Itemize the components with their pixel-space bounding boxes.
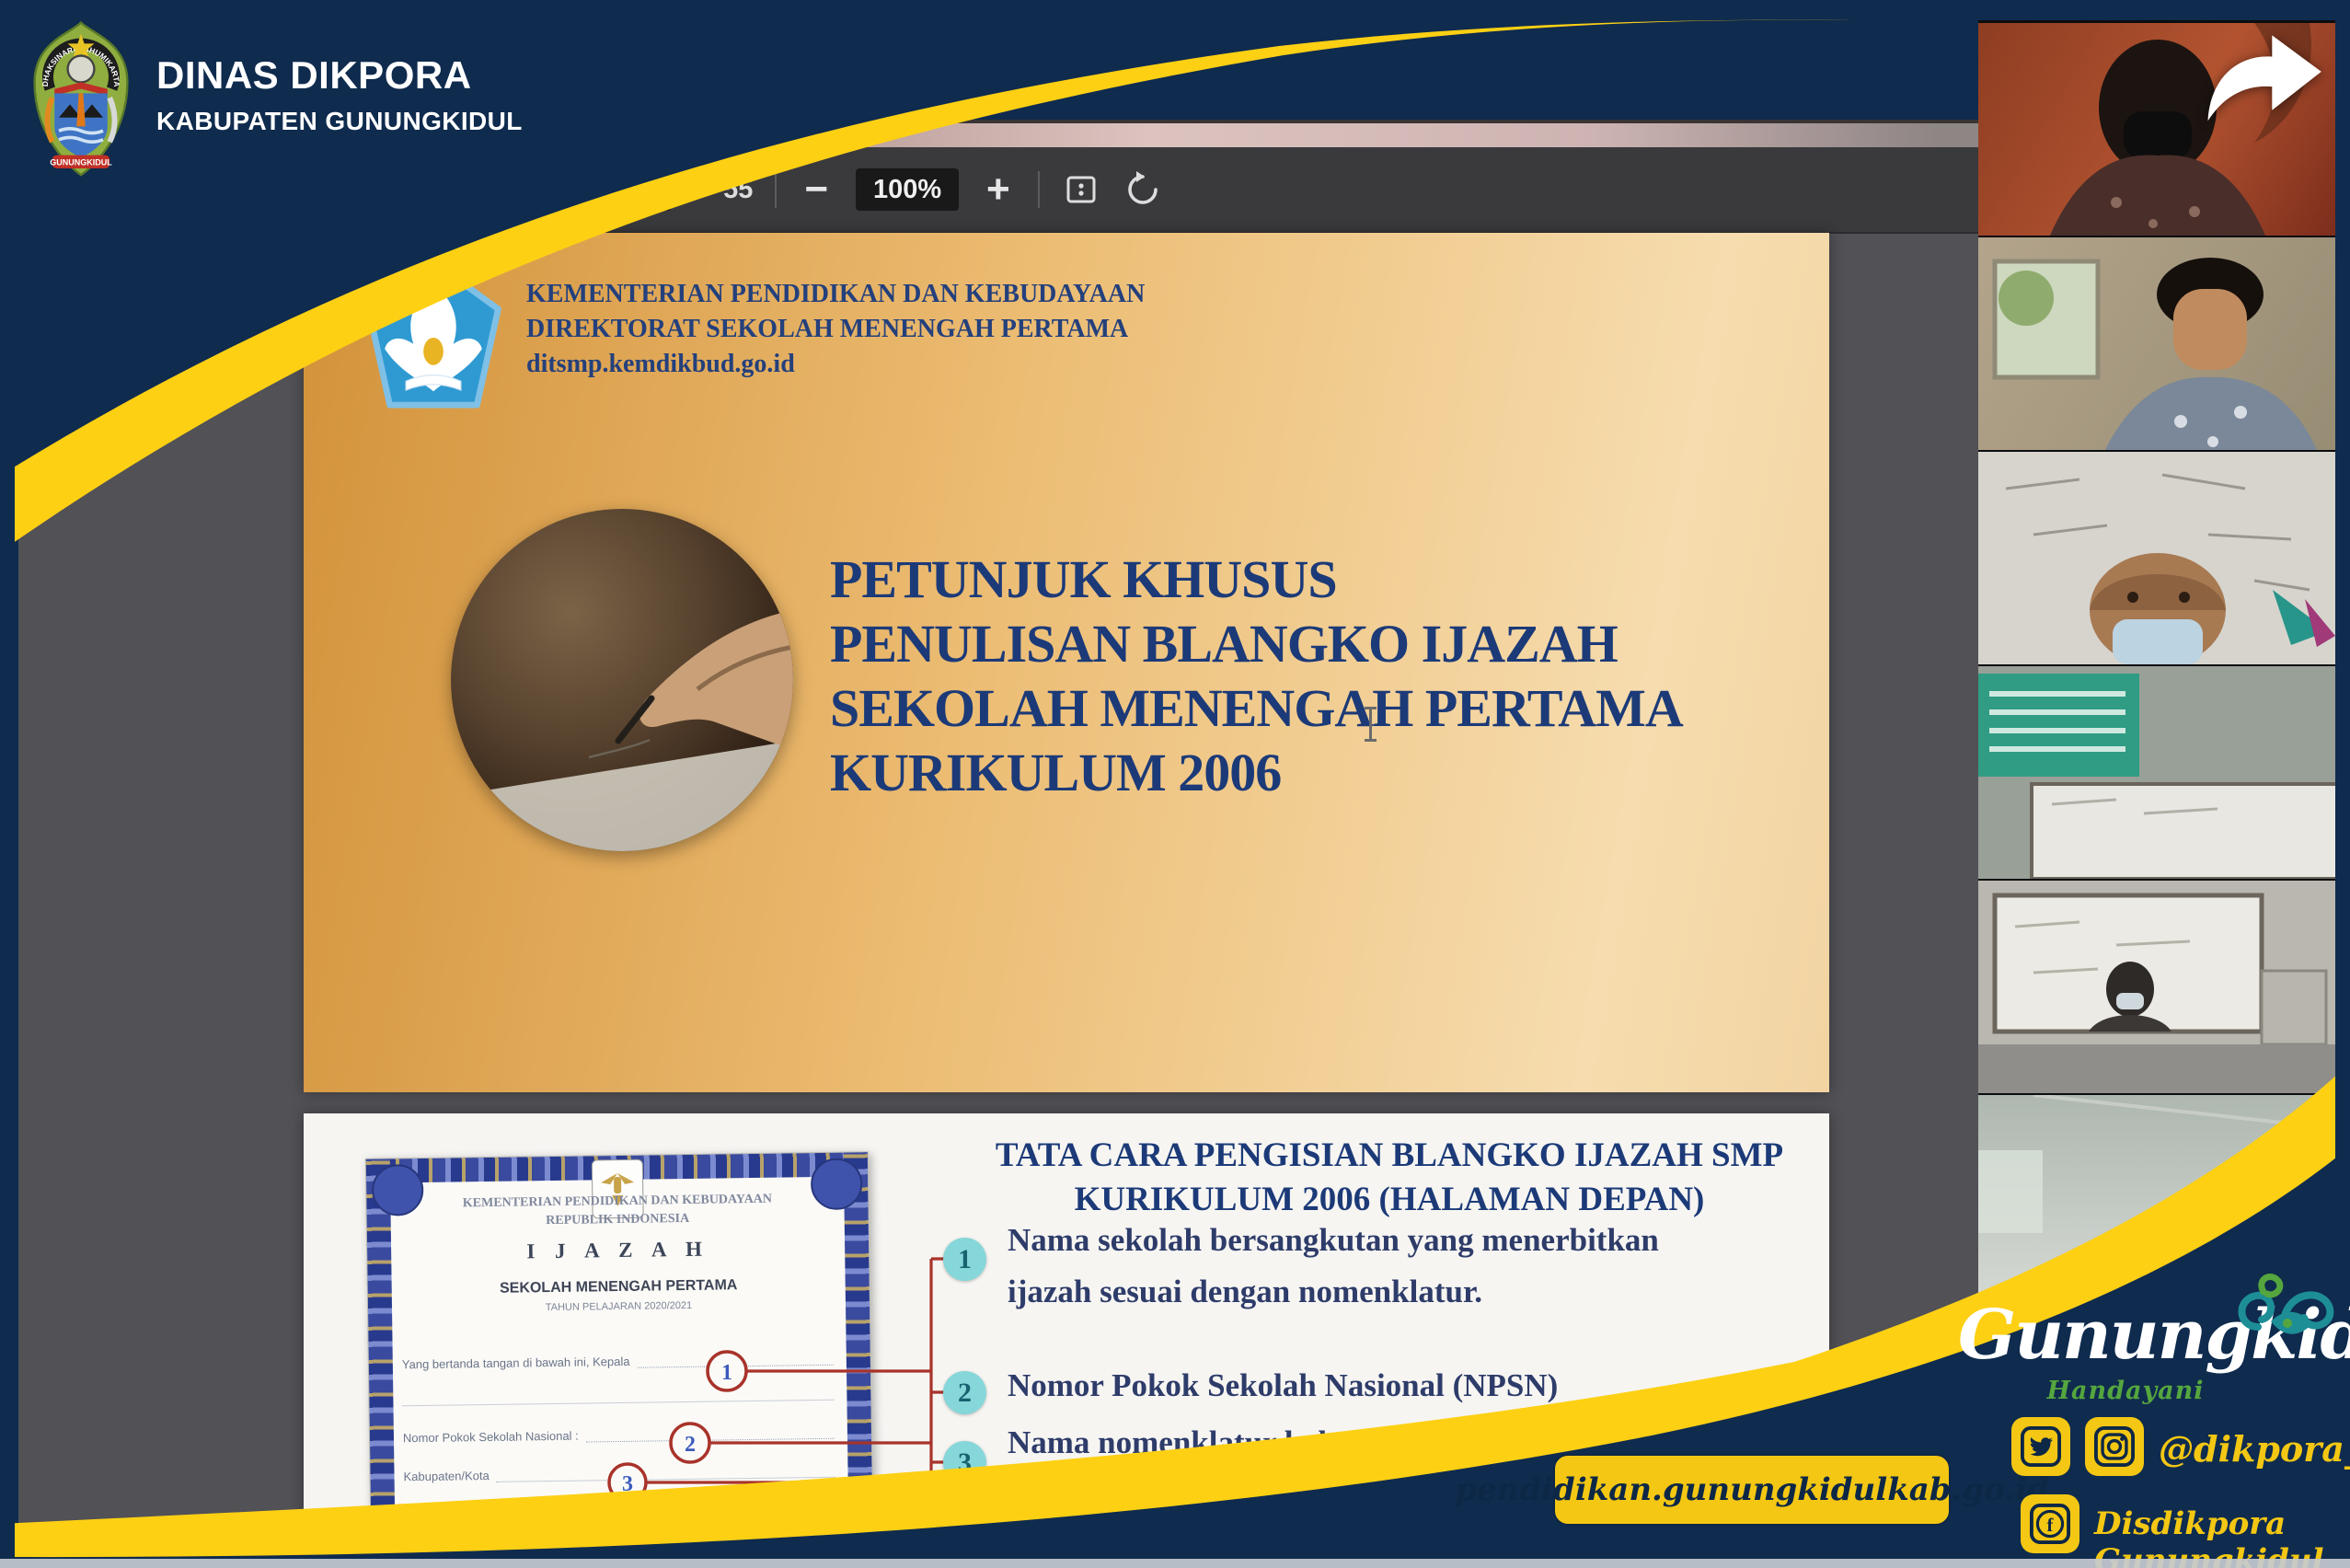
gk-ornament-icon	[2230, 1272, 2341, 1361]
social-handle: @dikpora_gk	[2159, 1428, 2350, 1470]
agency-region: KABUPATEN GUNUNGKIDUL	[156, 107, 523, 136]
page-number-input[interactable]: 12	[615, 168, 672, 211]
garuda-emblem	[592, 1159, 644, 1219]
certificate-header: REPUBLIK INDONESIA	[367, 1209, 869, 1231]
list-item-line: Nama sekolah bersangkutan yang menerbitk…	[1008, 1215, 1659, 1266]
instagram-icon	[2085, 1417, 2144, 1476]
facebook-icon: f	[2021, 1494, 2079, 1553]
slide1-title-line: PENULISAN BLANGKO IJAZAH	[830, 612, 1683, 676]
item-number-badge: 3	[943, 1441, 986, 1484]
share-arrow-icon[interactable]	[2199, 33, 2328, 125]
video-tile-participant-3[interactable]	[1978, 452, 2337, 664]
list-item-line: ijazah sesuai dengan nomenklatur.	[1008, 1266, 1659, 1318]
page-separator: /	[694, 175, 701, 205]
shield-ribbon-text: GUNUNGKIDUL	[50, 157, 112, 167]
website-badge: pendidikan.gunungkidulkab.go.id	[1553, 1454, 1951, 1526]
hand-writing-photo	[451, 509, 793, 851]
org-line: DIREKTORAT SEKOLAH MENENGAH PERTAMA	[526, 312, 1145, 347]
website-url: pendidikan.gunungkidulkab.go.id	[1455, 1471, 2049, 1508]
item-number-badge: 1	[943, 1238, 986, 1281]
slide2-heading: TATA CARA PENGISIAN BLANGKO IJAZAH SMP K…	[939, 1134, 1829, 1222]
tut-wuri-handayani-logo	[357, 257, 510, 423]
certificate-field-label: Yang bertanda tangan di bawah ini, Kepal…	[402, 1355, 630, 1371]
list-item: Nama sekolah bersangkutan yang menerbitk…	[1008, 1215, 1659, 1318]
agency-name: DINAS DIKPORA	[156, 53, 472, 98]
gunungkidul-shield-logo: DHAKSINARGA BHUMIKARTA GUNUNGKIDUL	[26, 20, 136, 183]
handayani-tagline: Handayani	[2033, 1377, 2218, 1405]
meeting-window: 12 / 55 − 100% + KEMENTE	[0, 0, 2350, 1568]
slide1-title-line: SEKOLAH MENENGAH PERTAMA	[830, 676, 1683, 741]
certificate-field-label: Kabupaten/Kota	[403, 1469, 489, 1483]
slide-page-1: KEMENTERIAN PENDIDIKAN DAN KEBUDAYAAN DI…	[304, 233, 1829, 1092]
certificate-field-label: Nomor Pokok Sekolah Nasional :	[403, 1429, 579, 1446]
bottom-edge-strip	[0, 1559, 2350, 1568]
twitter-icon	[2011, 1417, 2070, 1476]
total-pages: 55	[723, 175, 753, 205]
certificate-year: TAHUN PELAJARAN 2020/2021	[368, 1297, 870, 1316]
toolbar-divider	[1038, 171, 1040, 208]
rotate-icon[interactable]	[1123, 169, 1163, 210]
toolbar-divider	[775, 171, 777, 208]
slide1-org-block: KEMENTERIAN PENDIDIKAN DAN KEBUDAYAAN DI…	[526, 277, 1145, 382]
slide1-title: PETUNJUK KHUSUS PENULISAN BLANGKO IJAZAH…	[830, 548, 1683, 805]
video-tile-participant-2[interactable]	[1978, 237, 2337, 450]
text-cursor	[1369, 707, 1372, 742]
slide2-heading-line: TATA CARA PENGISIAN BLANGKO IJAZAH SMP	[939, 1134, 1829, 1178]
zoom-out-button[interactable]: −	[799, 171, 834, 208]
certificate-title: I J A Z A H	[367, 1235, 869, 1266]
certificate-note: menerangkan bahwa	[674, 1509, 778, 1524]
zoom-level[interactable]: 100%	[856, 168, 959, 211]
org-line: KEMENTERIAN PENDIDIKAN DAN KEBUDAYAAN	[526, 277, 1145, 312]
fit-page-icon[interactable]	[1062, 170, 1100, 209]
slide1-title-line: KURIKULUM 2006	[830, 741, 1683, 805]
slide1-title-line: PETUNJUK KHUSUS	[830, 548, 1683, 612]
list-item: Nomor Pokok Sekolah Nasional (NPSN)	[1008, 1360, 1558, 1412]
ijazah-certificate-image: KEMENTERIAN PENDIDIKAN DAN KEBUDAYAAN RE…	[365, 1151, 875, 1568]
list-item-line: Nama nomenklatur kabupaten/kota*) (	[1008, 1417, 1547, 1469]
pdf-toolbar: 12 / 55 − 100% +	[18, 147, 1978, 234]
list-item-line: Nomor Pokok Sekolah Nasional (NPSN)	[1008, 1360, 1558, 1412]
video-tile-participant-5[interactable]	[1978, 881, 2337, 1093]
video-tile-participant-4[interactable]	[1978, 666, 2337, 879]
certificate-field-label: Provinsi	[404, 1508, 446, 1523]
certificate-subtitle: SEKOLAH MENENGAH PERTAMA	[368, 1275, 870, 1299]
zoom-in-button[interactable]: +	[981, 171, 1016, 208]
svg-text:f: f	[2047, 1516, 2055, 1536]
org-url: ditsmp.kemdikbud.go.id	[526, 347, 1145, 382]
shared-window-titlebar	[598, 120, 1978, 151]
item-number-badge: 2	[943, 1371, 986, 1414]
